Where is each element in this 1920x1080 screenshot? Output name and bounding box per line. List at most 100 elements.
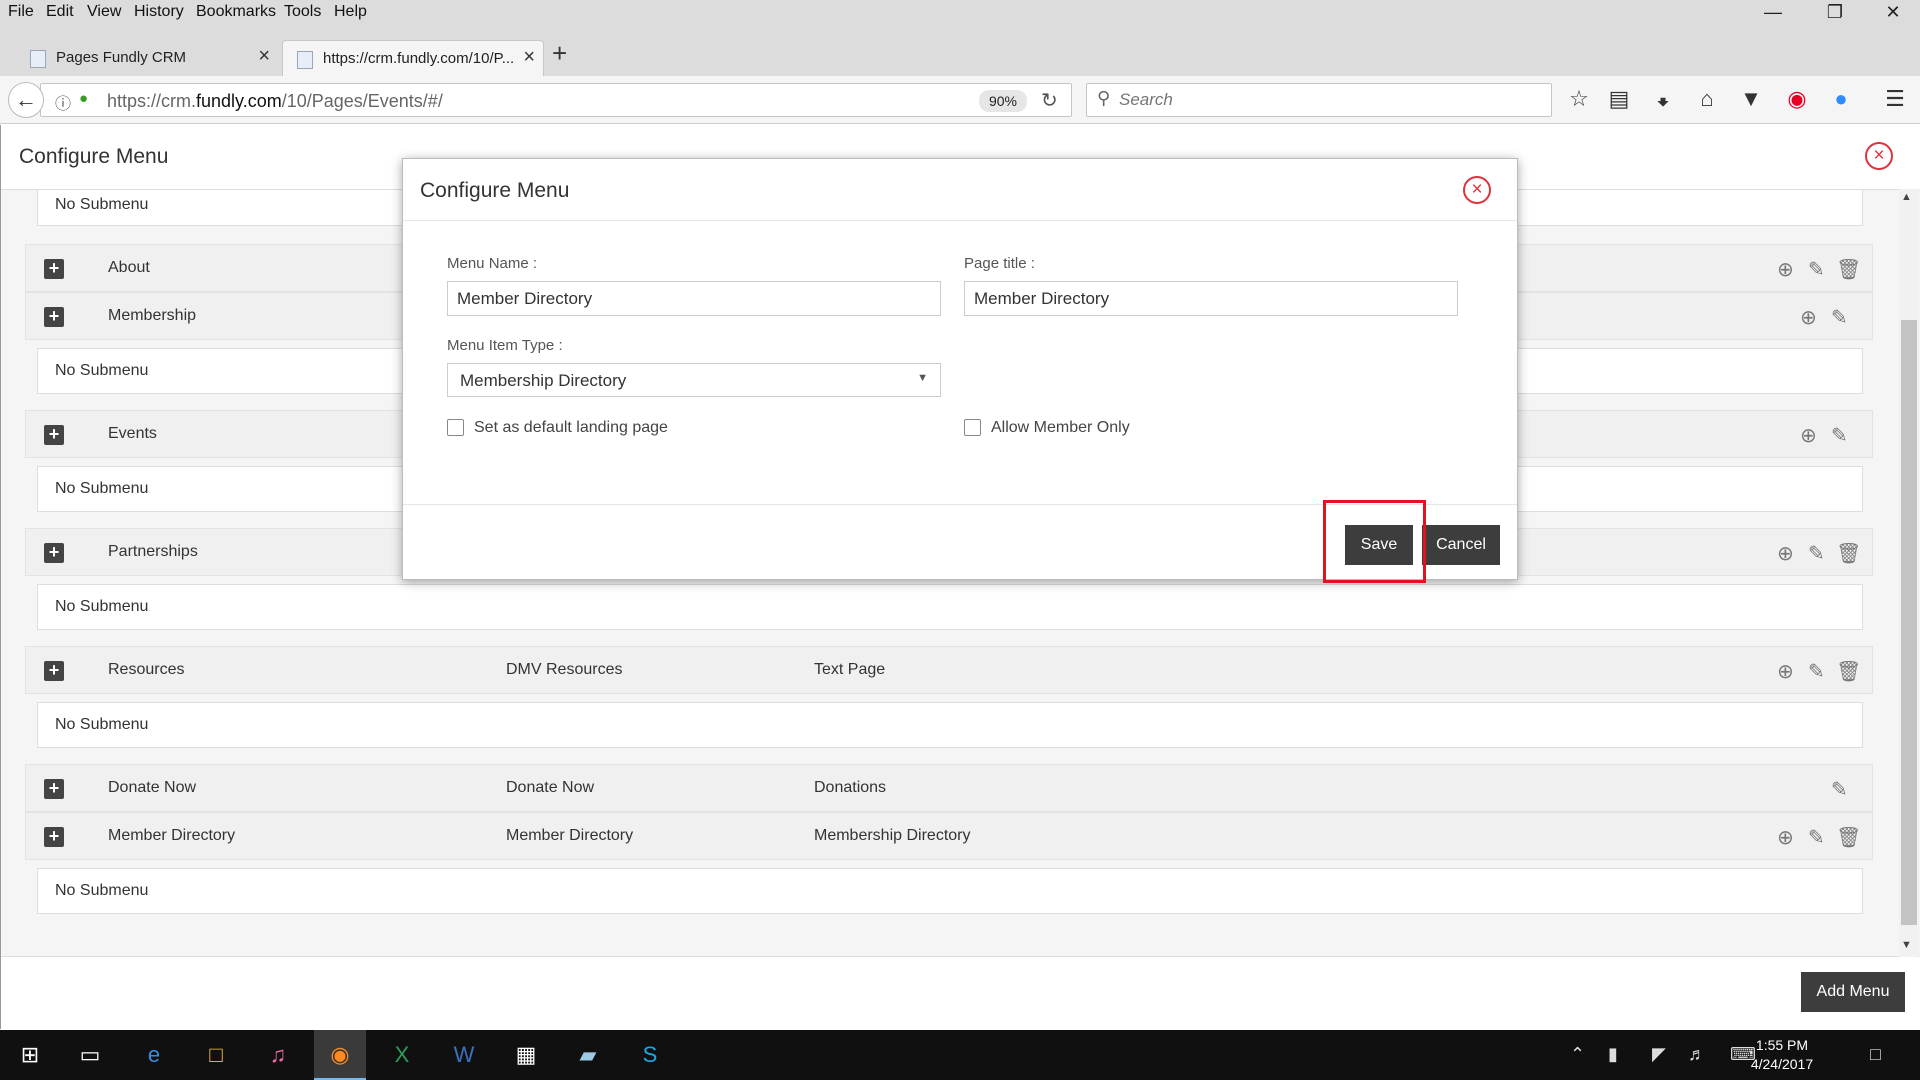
extension-icon[interactable]: ●: [1826, 86, 1856, 112]
menu-name-label: Menu Name :: [447, 255, 538, 272]
word-icon[interactable]: W: [438, 1030, 490, 1080]
edit-icon[interactable]: ✎: [1831, 777, 1848, 802]
allow-member-only-label: Allow Member Only: [991, 419, 1130, 436]
clock-time: 1:55 PM: [1755, 1037, 1809, 1053]
battery-icon[interactable]: ▮: [1608, 1044, 1618, 1065]
expand-icon[interactable]: +: [44, 307, 64, 327]
search-bar[interactable]: ⚲: [1086, 83, 1552, 117]
expand-icon[interactable]: +: [44, 661, 64, 681]
expand-icon[interactable]: +: [44, 779, 64, 799]
page-title-input[interactable]: [964, 281, 1458, 316]
notes-icon[interactable]: ▰: [562, 1030, 614, 1080]
menu-row-name: Partnerships: [108, 543, 198, 560]
close-window-icon[interactable]: ✕: [1870, 2, 1916, 24]
delete-icon[interactable]: 🗑: [1836, 825, 1861, 850]
menu-help[interactable]: Help: [334, 3, 367, 21]
info-icon[interactable]: ⓘ: [55, 90, 71, 114]
menu-row-page-title: Donate Now: [506, 779, 595, 796]
add-submenu-icon[interactable]: ⊕: [1800, 305, 1817, 330]
dialog-close-icon[interactable]: ×: [1463, 176, 1491, 204]
scroll-down-icon[interactable]: ▼: [1901, 939, 1912, 951]
submenu-panel: No Submenu: [37, 868, 1863, 914]
show-hidden-icons-icon[interactable]: ⌃: [1570, 1044, 1585, 1065]
expand-icon[interactable]: +: [44, 425, 64, 445]
add-submenu-icon[interactable]: ⊕: [1777, 541, 1794, 566]
add-menu-button[interactable]: Add Menu: [1801, 972, 1905, 1012]
pinterest-icon[interactable]: ◉: [1782, 86, 1812, 112]
itunes-icon[interactable]: ♫: [252, 1030, 304, 1080]
menu-edit[interactable]: Edit: [46, 3, 74, 21]
task-view-icon[interactable]: ▭: [64, 1030, 116, 1080]
menu-item-type-value: Membership Directory: [460, 371, 627, 390]
skype-icon[interactable]: S: [624, 1030, 676, 1080]
tab-close-icon[interactable]: ×: [523, 46, 535, 69]
delete-icon[interactable]: 🗑: [1836, 257, 1861, 282]
menu-row-name: Donate Now: [108, 779, 197, 796]
expand-icon[interactable]: +: [44, 259, 64, 279]
calculator-icon[interactable]: ▦: [500, 1030, 552, 1080]
taskbar-clock[interactable]: 1:55 PM 4/24/2017: [1742, 1036, 1822, 1074]
edit-icon[interactable]: ✎: [1808, 541, 1825, 566]
firefox-icon[interactable]: ◉: [314, 1030, 366, 1080]
tab-crm-fundly[interactable]: https://crm.fundly.com/10/P... ×: [282, 40, 544, 76]
cancel-button[interactable]: Cancel: [1422, 525, 1500, 565]
menu-view[interactable]: View: [87, 3, 121, 21]
tab-label: https://crm.fundly.com/10/P...: [323, 50, 513, 67]
url-bar[interactable]: ⓘ ● https://crm.fundly.com/10/Pages/Even…: [40, 83, 1072, 117]
reload-icon[interactable]: ↻: [1041, 88, 1058, 113]
edit-icon[interactable]: ✎: [1808, 825, 1825, 850]
back-button[interactable]: ←: [8, 82, 44, 118]
browser-menu-bar: File Edit View History Bookmarks Tools H…: [0, 0, 1920, 26]
page-close-icon[interactable]: ×: [1865, 142, 1893, 170]
bookmark-star-icon[interactable]: ☆: [1564, 86, 1594, 112]
home-icon[interactable]: ⌂: [1692, 86, 1722, 112]
minimize-icon[interactable]: —: [1750, 2, 1796, 24]
add-submenu-icon[interactable]: ⊕: [1777, 659, 1794, 684]
wifi-icon[interactable]: ◤: [1652, 1044, 1666, 1065]
pocket-icon[interactable]: ▼: [1736, 86, 1766, 112]
download-icon[interactable]: 🠻: [1648, 86, 1678, 124]
edit-icon[interactable]: ✎: [1831, 305, 1848, 330]
menu-file[interactable]: File: [8, 3, 34, 21]
dialog-title: Configure Menu: [420, 179, 570, 202]
start-windows-icon[interactable]: ⊞: [4, 1030, 56, 1080]
search-input[interactable]: [1119, 90, 1539, 110]
add-submenu-icon[interactable]: ⊕: [1800, 423, 1817, 448]
expand-icon[interactable]: +: [44, 543, 64, 563]
delete-icon[interactable]: 🗑: [1836, 659, 1861, 684]
file-explorer-icon[interactable]: □: [190, 1030, 242, 1080]
hamburger-menu-icon[interactable]: ☰: [1880, 86, 1910, 112]
expand-icon[interactable]: +: [44, 827, 64, 847]
tab-strip: Pages Fundly CRM × https://crm.fundly.co…: [0, 26, 1920, 76]
zoom-level[interactable]: 90%: [979, 90, 1027, 112]
allow-member-only-checkbox[interactable]: [964, 419, 981, 436]
scrollbar-thumb[interactable]: [1901, 320, 1917, 925]
reading-list-icon[interactable]: ▤: [1604, 86, 1634, 112]
save-highlight-box: [1323, 500, 1426, 583]
search-icon: ⚲: [1097, 88, 1111, 108]
menu-bookmarks[interactable]: Bookmarks: [196, 3, 276, 21]
edit-icon[interactable]: ✎: [1831, 423, 1848, 448]
tab-pages-fundly-crm[interactable]: Pages Fundly CRM ×: [16, 40, 278, 76]
dialog-header: Configure Menu ×: [403, 159, 1517, 221]
add-submenu-icon[interactable]: ⊕: [1777, 825, 1794, 850]
menu-row-name: Events: [108, 425, 157, 442]
delete-icon[interactable]: 🗑: [1836, 541, 1861, 566]
scroll-up-icon[interactable]: ▲: [1901, 191, 1912, 203]
restore-icon[interactable]: ❐: [1812, 2, 1858, 24]
menu-item-type-label: Menu Item Type :: [447, 337, 563, 354]
default-landing-checkbox[interactable]: [447, 419, 464, 436]
edge-browser-icon[interactable]: e: [128, 1030, 180, 1080]
tab-close-icon[interactable]: ×: [258, 45, 270, 68]
edit-icon[interactable]: ✎: [1808, 659, 1825, 684]
menu-history[interactable]: History: [134, 3, 184, 21]
menu-name-input[interactable]: [447, 281, 941, 316]
menu-tools[interactable]: Tools: [284, 3, 321, 21]
add-submenu-icon[interactable]: ⊕: [1777, 257, 1794, 282]
volume-icon[interactable]: ♬: [1688, 1044, 1706, 1065]
notifications-icon[interactable]: □: [1870, 1044, 1881, 1065]
excel-icon[interactable]: X: [376, 1030, 428, 1080]
new-tab-icon[interactable]: +: [552, 38, 567, 69]
menu-item-type-select[interactable]: Membership Directory ▼: [447, 363, 941, 397]
edit-icon[interactable]: ✎: [1808, 257, 1825, 282]
